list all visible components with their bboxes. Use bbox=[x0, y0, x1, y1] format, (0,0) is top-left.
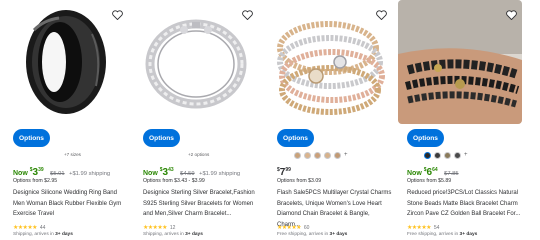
was-price: $4.59 bbox=[180, 171, 195, 177]
rating: ★★★★★ 54 bbox=[407, 224, 440, 232]
shipping-fee: +$1.99 shipping bbox=[69, 171, 111, 177]
options-from: Options from $2.95 bbox=[13, 178, 58, 184]
shipping-info: Shipping, arrives in 3+ days bbox=[143, 232, 203, 237]
options-button[interactable]: Options bbox=[143, 129, 180, 147]
product-card[interactable]: Options + $799 Options from $3.09 Flash … bbox=[266, 0, 394, 240]
favorite-heart-icon[interactable] bbox=[375, 8, 388, 21]
rating: ★★★★★ 12 bbox=[143, 224, 176, 232]
stars-icon: ★★★★★ bbox=[143, 225, 168, 231]
shipping-fee: +$1.99 shipping bbox=[199, 171, 241, 177]
color-swatch[interactable] bbox=[334, 152, 341, 159]
rating-count: 60 bbox=[303, 224, 310, 231]
shipping-text: Shipping, arrives in bbox=[13, 232, 54, 237]
color-swatch[interactable] bbox=[444, 152, 451, 159]
favorite-heart-icon[interactable] bbox=[111, 8, 124, 21]
price-prefix: Now bbox=[407, 170, 424, 177]
product-title[interactable]: Designice Silicone Wedding Ring Band Men… bbox=[13, 188, 129, 220]
price-cents: 64 bbox=[432, 167, 438, 173]
color-swatch[interactable] bbox=[434, 152, 441, 159]
favorite-heart-icon[interactable] bbox=[505, 8, 518, 21]
color-swatches: + bbox=[424, 152, 468, 159]
options-button[interactable]: Options bbox=[277, 129, 314, 147]
product-grid: Options +7 sizes Now $339 $5.01 +$1.99 s… bbox=[0, 0, 540, 240]
was-price: $7.85 bbox=[444, 171, 459, 177]
rating-count: 12 bbox=[169, 224, 176, 231]
price: Now $664 $7.85 bbox=[407, 165, 459, 179]
color-swatch[interactable] bbox=[314, 152, 321, 159]
shipping-days: 3+ days bbox=[185, 232, 203, 237]
was-price: $5.01 bbox=[50, 171, 65, 177]
shipping-days: 3+ days bbox=[329, 232, 348, 237]
price-cents: 99 bbox=[285, 167, 291, 173]
options-button[interactable]: Options bbox=[13, 129, 50, 147]
shipping-text: Shipping, arrives in bbox=[143, 232, 184, 237]
shipping-days: 3+ days bbox=[459, 232, 478, 237]
rating-count: 54 bbox=[433, 224, 440, 231]
shipping-days: 3+ days bbox=[55, 232, 73, 237]
color-swatch[interactable] bbox=[304, 152, 311, 159]
color-swatch[interactable] bbox=[324, 152, 331, 159]
price: Now $339 $5.01 +$1.99 shipping bbox=[13, 165, 110, 179]
options-count: +2 options bbox=[188, 152, 210, 157]
product-card[interactable]: Options +7 sizes Now $339 $5.01 +$1.99 s… bbox=[2, 0, 130, 240]
price-cents: 43 bbox=[168, 167, 174, 173]
price-prefix: Now bbox=[143, 170, 160, 177]
product-image[interactable] bbox=[134, 0, 258, 124]
shipping-info: Free shipping, arrives in 3+ days bbox=[277, 232, 347, 237]
rating-count: 44 bbox=[39, 224, 46, 231]
more-swatches: + bbox=[464, 152, 468, 158]
favorite-heart-icon[interactable] bbox=[241, 8, 254, 21]
product-title[interactable]: Designice Sterling Silver Bracelet,Fashi… bbox=[143, 188, 259, 220]
price-cents: 39 bbox=[38, 167, 44, 173]
shipping-text: Free shipping, arrives in bbox=[407, 232, 459, 237]
options-from: Options from $3.09 bbox=[277, 178, 322, 184]
more-swatches: + bbox=[344, 152, 348, 158]
price: Now $343 $4.59 +$1.99 shipping bbox=[143, 165, 240, 179]
product-image[interactable] bbox=[4, 0, 128, 124]
stars-icon: ★★★★★ bbox=[277, 225, 302, 231]
shipping-info: Shipping, arrives in 3+ days bbox=[13, 232, 73, 237]
options-from: Options from $3.43 - $3.99 bbox=[143, 178, 205, 184]
color-swatch[interactable] bbox=[454, 152, 461, 159]
stars-icon: ★★★★★ bbox=[13, 225, 38, 231]
color-swatch-selected[interactable] bbox=[424, 152, 431, 159]
color-swatch[interactable] bbox=[294, 152, 301, 159]
price-prefix: Now bbox=[13, 170, 30, 177]
product-title[interactable]: Reduced price!3PCS/Lot Classics Natural … bbox=[407, 188, 523, 220]
options-from: Options from $5.89 bbox=[407, 178, 452, 184]
options-count: +7 sizes bbox=[64, 152, 81, 157]
product-image[interactable] bbox=[398, 0, 522, 124]
rating: ★★★★★ 60 bbox=[277, 224, 310, 232]
product-image[interactable] bbox=[268, 0, 392, 124]
product-card[interactable]: Options +2 options Now $343 $4.59 +$1.99… bbox=[132, 0, 260, 240]
rating: ★★★★★ 44 bbox=[13, 224, 46, 232]
shipping-info: Free shipping, arrives in 3+ days bbox=[407, 232, 477, 237]
shipping-text: Free shipping, arrives in bbox=[277, 232, 329, 237]
product-card[interactable]: Options + Now $664 $7.85 Options from $5… bbox=[396, 0, 524, 240]
stars-icon: ★★★★★ bbox=[407, 225, 432, 231]
options-button[interactable]: Options bbox=[407, 129, 444, 147]
price: $799 bbox=[277, 165, 291, 178]
color-swatches: + bbox=[294, 152, 348, 159]
